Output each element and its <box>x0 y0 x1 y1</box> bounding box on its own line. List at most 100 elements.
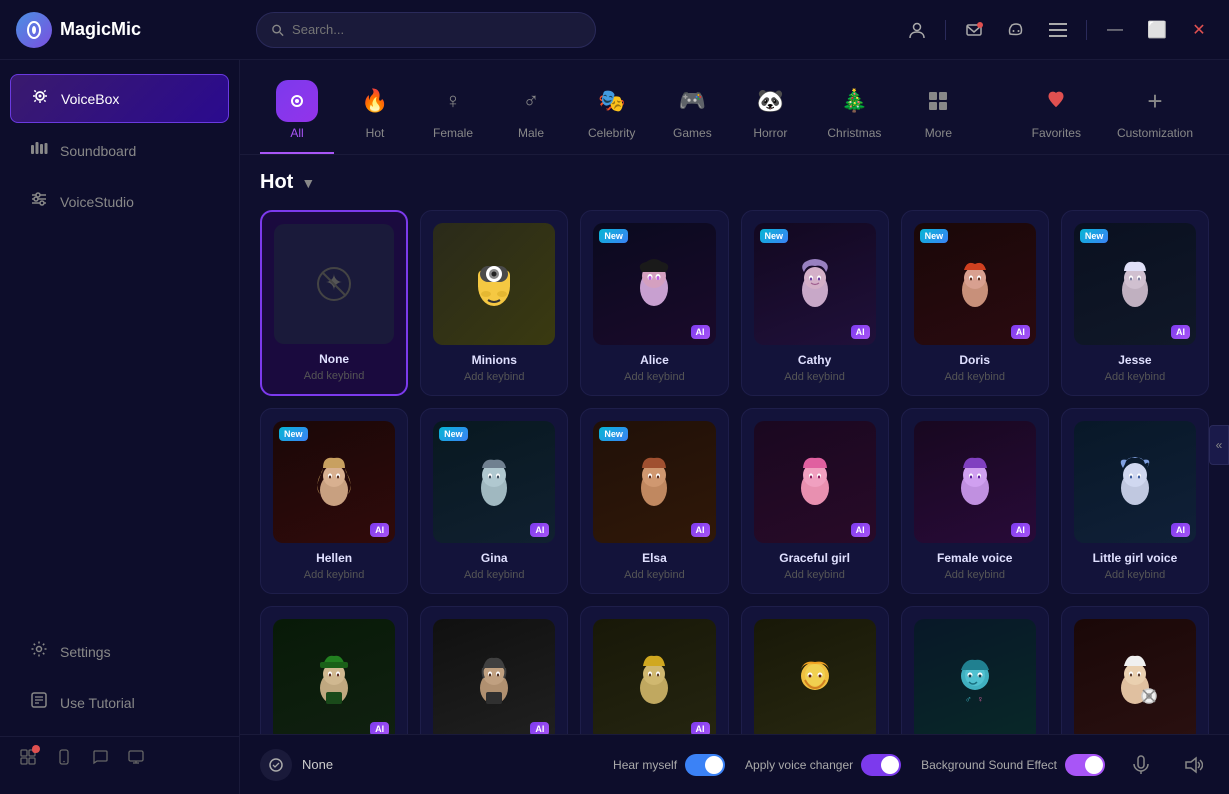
hear-myself-toggle[interactable] <box>685 754 725 776</box>
voice-card-ninja[interactable]: Ninja Add keybind <box>741 606 889 734</box>
voice-card-minions[interactable]: Minions Add keybind <box>420 210 568 396</box>
bg-sound-label: Background Sound Effect <box>921 758 1057 772</box>
sidebar-label-voicestudio: VoiceStudio <box>60 194 134 210</box>
tab-all[interactable]: All <box>260 72 334 154</box>
maximize-button[interactable]: ⬜ <box>1143 16 1171 44</box>
sidebar-item-soundboard[interactable]: Soundboard <box>10 127 229 174</box>
voice-card-female[interactable]: AI Female voice Add keybind <box>901 408 1049 594</box>
voice-card-doris[interactable]: New AI Doris Add keybind <box>901 210 1049 396</box>
all-tab-icon <box>276 80 318 122</box>
voice-name-female: Female voice <box>914 551 1036 565</box>
sidebar-item-voicebox[interactable]: VoiceBox <box>10 74 229 123</box>
badge-ai-gina: AI <box>530 523 549 537</box>
voice-avatar-magnetic: AI <box>433 619 555 734</box>
section-title: Hot <box>260 171 293 194</box>
tab-more-label: More <box>925 126 952 140</box>
microphone-icon[interactable] <box>1125 749 1157 781</box>
title-bar-controls: — ⬜ ✕ <box>903 16 1213 44</box>
voice-avatar-doris: New AI <box>914 223 1036 345</box>
voice-card-girl2boy[interactable]: ♂ ♀ Girl to boy Add keybind <box>901 606 1049 734</box>
voice-card-grandma[interactable]: Grandma Laura Add keybind <box>1061 606 1209 734</box>
monitor-icon[interactable] <box>128 749 144 770</box>
tab-customization-label: Customization <box>1117 126 1193 140</box>
current-voice-icon <box>260 749 292 781</box>
sidebar: VoiceBox Soundboard <box>0 60 240 794</box>
sidebar-item-voicestudio[interactable]: VoiceStudio <box>10 178 229 225</box>
hear-myself-label: Hear myself <box>613 758 677 772</box>
user-icon[interactable] <box>903 16 931 44</box>
close-button[interactable]: ✕ <box>1185 16 1213 44</box>
voice-card-magnetic[interactable]: AI <box>420 606 568 734</box>
voice-card-none[interactable]: ✦ None Add keybind <box>260 210 408 396</box>
collapse-button[interactable]: « <box>1209 425 1229 465</box>
section-header: Hot ▼ <box>260 171 1209 194</box>
volume-icon[interactable] <box>1177 749 1209 781</box>
voice-keybind-doris: Add keybind <box>914 371 1036 383</box>
phone-icon[interactable] <box>56 749 72 770</box>
voice-name-elsa: Elsa <box>593 551 715 565</box>
favorites-tab-icon <box>1035 80 1077 122</box>
voice-name-doris: Doris <box>914 353 1036 367</box>
voice-name-little: Little girl voice <box>1074 551 1196 565</box>
voice-avatar-girl2boy: ♂ ♀ <box>914 619 1036 734</box>
logo-area: MagicMic <box>16 12 256 48</box>
app-title: MagicMic <box>60 19 141 40</box>
voice-card-alice[interactable]: New AI Alice Add keybind <box>580 210 728 396</box>
chat-icon[interactable] <box>92 749 108 770</box>
badge-ai-little: AI <box>1171 523 1190 537</box>
app-logo <box>16 12 52 48</box>
voice-card-hellen[interactable]: New AI <box>260 408 408 594</box>
apply-voice-toggle[interactable] <box>861 754 901 776</box>
voice-avatar-female: AI <box>914 421 1036 543</box>
voice-name-hellen: Hellen <box>273 551 395 565</box>
grid-icon[interactable] <box>20 749 36 770</box>
voice-card-jesse[interactable]: New AI Jesse Add keybind <box>1061 210 1209 396</box>
voice-keybind-none: Add keybind <box>274 370 394 382</box>
minimize-button[interactable]: — <box>1101 16 1129 44</box>
voice-avatar-none: ✦ <box>274 224 394 344</box>
tab-female[interactable]: ♀ Female <box>416 72 490 154</box>
bg-sound-toggle[interactable] <box>1065 754 1105 776</box>
badge-new-alice: New <box>599 229 628 243</box>
sidebar-item-tutorial[interactable]: Use Tutorial <box>10 679 229 726</box>
tab-christmas[interactable]: 🎄 Christmas <box>811 72 897 154</box>
voice-avatar-gina: New AI <box>433 421 555 543</box>
hot-tab-icon: 🔥 <box>354 80 396 122</box>
badge-ai-doris: AI <box>1011 325 1030 339</box>
discord-icon[interactable] <box>1002 16 1030 44</box>
current-voice-name: None <box>302 757 333 772</box>
menu-icon[interactable] <box>1044 16 1072 44</box>
voice-card-elsa[interactable]: New AI Elsa Add keybind <box>580 408 728 594</box>
badge-ai-graceful: AI <box>851 523 870 537</box>
tab-customization[interactable]: + Customization <box>1101 72 1209 154</box>
voice-card-handsome[interactable]: AI Handsome boy <box>260 606 408 734</box>
voice-name-graceful: Graceful girl <box>754 551 876 565</box>
badge-ai-male: AI <box>691 722 710 734</box>
tab-hot[interactable]: 🔥 Hot <box>338 72 412 154</box>
tab-games[interactable]: 🎮 Games <box>655 72 729 154</box>
voice-card-graceful[interactable]: AI Graceful girl Add keybind <box>741 408 889 594</box>
voice-card-male[interactable]: AI Male voice Add keybind <box>580 606 728 734</box>
tab-female-label: Female <box>433 126 473 140</box>
sidebar-item-settings[interactable]: Settings <box>10 628 229 675</box>
voice-keybind-hellen: Add keybind <box>273 569 395 581</box>
content-area: All 🔥 Hot ♀ Female ♂ Male 🎭 Celebrity 🎮 … <box>240 60 1229 794</box>
search-bar[interactable] <box>256 12 596 48</box>
tutorial-icon <box>30 691 48 714</box>
voice-keybind-alice: Add keybind <box>593 371 715 383</box>
tab-horror[interactable]: 🐼 Horror <box>733 72 807 154</box>
voice-avatar-minions <box>433 223 555 345</box>
voice-card-gina[interactable]: New AI Gina Add keybind <box>420 408 568 594</box>
title-bar: MagicMic <box>0 0 1229 60</box>
tab-male-label: Male <box>518 126 544 140</box>
badge-new-gina: New <box>439 427 468 441</box>
voice-card-cathy[interactable]: New AI Cathy <box>741 210 889 396</box>
voice-card-little[interactable]: AI Little girl voice Add keybind <box>1061 408 1209 594</box>
tab-more[interactable]: More <box>901 72 975 154</box>
tab-male[interactable]: ♂ Male <box>494 72 568 154</box>
mail-icon[interactable] <box>960 16 988 44</box>
search-input[interactable] <box>292 22 581 37</box>
sidebar-label-settings: Settings <box>60 644 111 660</box>
tab-celebrity[interactable]: 🎭 Celebrity <box>572 72 651 154</box>
tab-favorites[interactable]: Favorites <box>1016 72 1097 154</box>
